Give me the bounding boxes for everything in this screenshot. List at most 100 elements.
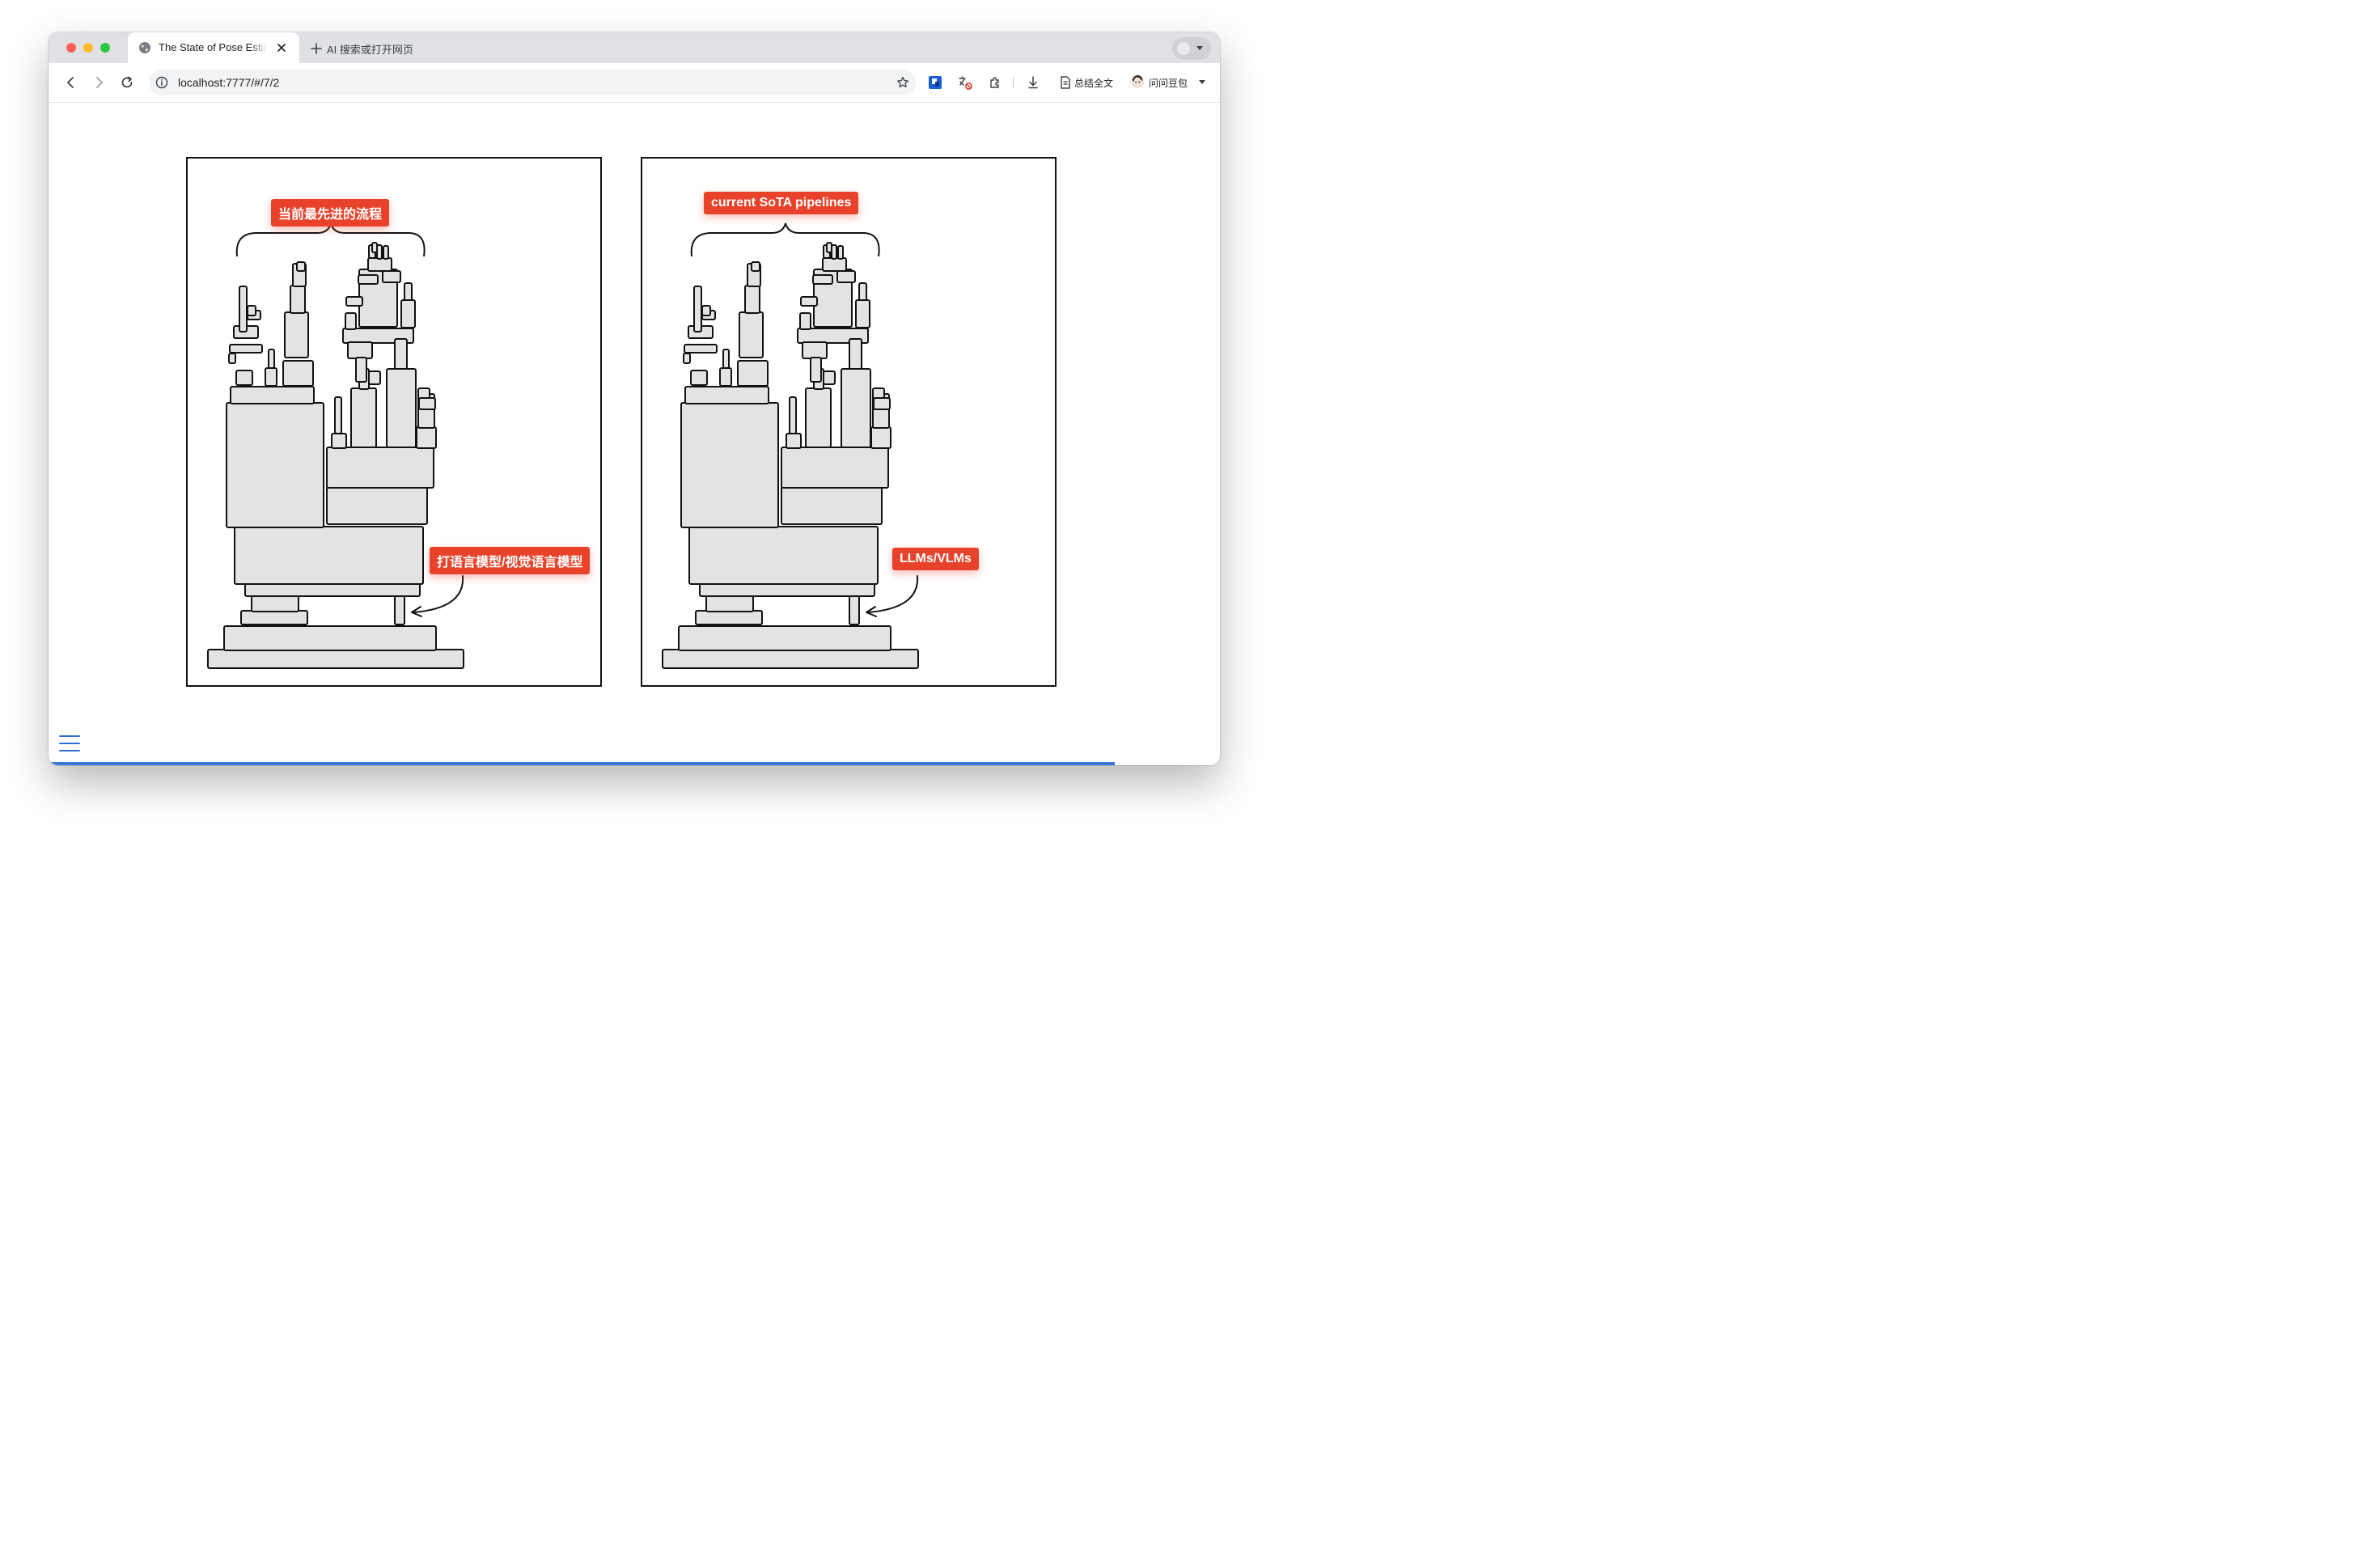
tower-block — [662, 649, 919, 669]
tower-block — [239, 286, 248, 332]
tower-block — [207, 649, 464, 669]
tower-block — [705, 595, 754, 612]
tower-block — [802, 341, 828, 359]
browser-toolbar: localhost:7777/#/7/2 总结全文 问问豆包 — [49, 63, 1220, 103]
tower-block — [240, 610, 308, 625]
tower-block — [235, 370, 253, 386]
tower-block — [789, 396, 797, 434]
tower-block — [781, 486, 883, 525]
tower-block — [812, 274, 833, 285]
tower-block — [284, 311, 309, 358]
tower-block — [350, 387, 377, 448]
tower-block — [326, 447, 434, 489]
new-tab-label: AI 搜索或打开网页 — [327, 43, 413, 56]
tower-block — [781, 447, 889, 489]
tower-block — [386, 368, 417, 448]
tower-block — [684, 386, 769, 404]
tower-block — [229, 344, 263, 354]
tower-block — [223, 625, 437, 651]
left-bottom-label: 打语言模型/视觉语言模型 — [430, 547, 591, 574]
tower-block — [251, 595, 299, 612]
tower-block — [688, 526, 879, 585]
tower-block — [719, 367, 732, 387]
extensions-puzzle-icon[interactable] — [987, 74, 1003, 91]
tower-block — [268, 349, 275, 369]
download-icon[interactable] — [1025, 74, 1041, 91]
translate-extension-icon[interactable] — [927, 74, 943, 91]
url-text: localhost:7777/#/7/2 — [178, 76, 280, 89]
active-tab[interactable]: The State of Pose Estimation — [128, 32, 299, 63]
tower-block — [382, 270, 401, 283]
tower-block — [371, 242, 378, 253]
reload-icon[interactable] — [119, 74, 135, 91]
tower-block — [296, 261, 306, 272]
tower-block — [800, 296, 818, 307]
tower-block — [355, 357, 367, 383]
close-window-button[interactable] — [66, 43, 76, 53]
chevron-down-icon — [1196, 46, 1203, 50]
tab-strip: The State of Pose Estimation AI 搜索或打开网页 — [49, 32, 1220, 63]
tower-block — [226, 402, 324, 528]
summarize-button[interactable]: 总结全文 — [1074, 76, 1113, 90]
tower-block — [690, 370, 708, 386]
tower-block — [368, 370, 381, 385]
tower-block — [418, 397, 436, 410]
tower-block — [416, 426, 437, 449]
forward-arrow-icon[interactable] — [91, 74, 107, 91]
tower-block — [737, 360, 769, 387]
right-bottom-label: LLMs/VLMs — [892, 548, 979, 570]
translate-blocked-icon[interactable] — [957, 74, 973, 91]
right-illustration-panel: current SoTA pipelines LLMs/VLMs — [641, 157, 1057, 687]
tower-block — [383, 245, 389, 260]
minimize-window-button[interactable] — [83, 43, 93, 53]
tower-block — [751, 261, 760, 272]
tower-block — [678, 625, 891, 651]
tower-block — [367, 257, 392, 272]
tower-block — [394, 338, 408, 370]
left-illustration-panel: 当前最先进的流程 打语言模型/视觉语言模型 — [186, 157, 602, 687]
assistant-avatar-icon — [1130, 74, 1145, 89]
close-icon[interactable] — [275, 41, 288, 54]
tower-block — [400, 299, 416, 328]
slide-content: 当前最先进的流程 打语言模型/视觉语言模型 current SoTA pipel… — [49, 103, 1220, 765]
left-top-label: 当前最先进的流程 — [271, 199, 390, 227]
tower-block — [693, 286, 702, 332]
globe-icon — [139, 42, 150, 53]
curly-brace — [690, 222, 880, 257]
tower-block — [282, 360, 314, 387]
tower-block — [799, 312, 811, 330]
address-bar[interactable]: localhost:7777/#/7/2 — [149, 70, 916, 95]
slide-progress-bar — [49, 762, 1115, 765]
browser-window: The State of Pose Estimation AI 搜索或打开网页 — [49, 32, 1220, 765]
stacked-blocks-illustration — [662, 222, 919, 669]
info-icon[interactable] — [155, 76, 168, 89]
tower-block — [695, 610, 763, 625]
tower-block — [345, 312, 357, 330]
tower-block — [836, 270, 856, 283]
chevron-down-icon[interactable] — [1199, 80, 1205, 85]
tower-block — [683, 353, 691, 364]
tower-block — [680, 402, 779, 528]
toolbar-divider — [1013, 77, 1014, 88]
document-summary-icon[interactable] — [1057, 74, 1074, 91]
star-icon[interactable] — [896, 76, 909, 89]
tower-block — [347, 341, 373, 359]
assistant-button[interactable]: 问问豆包 — [1149, 76, 1188, 90]
profile-menu-button[interactable] — [1172, 37, 1211, 60]
tower-block — [345, 296, 363, 307]
tower-block — [841, 368, 871, 448]
tower-block — [722, 349, 730, 369]
tower-block — [358, 274, 379, 285]
tower-block — [290, 285, 306, 314]
tower-block — [810, 357, 822, 383]
tower-block — [739, 311, 764, 358]
tower-block — [234, 526, 424, 585]
curly-brace — [235, 222, 426, 257]
tower-block — [822, 257, 847, 272]
fullscreen-window-button[interactable] — [100, 43, 110, 53]
tower-block — [837, 245, 844, 260]
back-arrow-icon[interactable] — [63, 74, 79, 91]
tower-block — [805, 387, 832, 448]
new-tab-button[interactable]: AI 搜索或打开网页 — [311, 41, 413, 56]
hamburger-menu-icon[interactable] — [58, 734, 81, 753]
